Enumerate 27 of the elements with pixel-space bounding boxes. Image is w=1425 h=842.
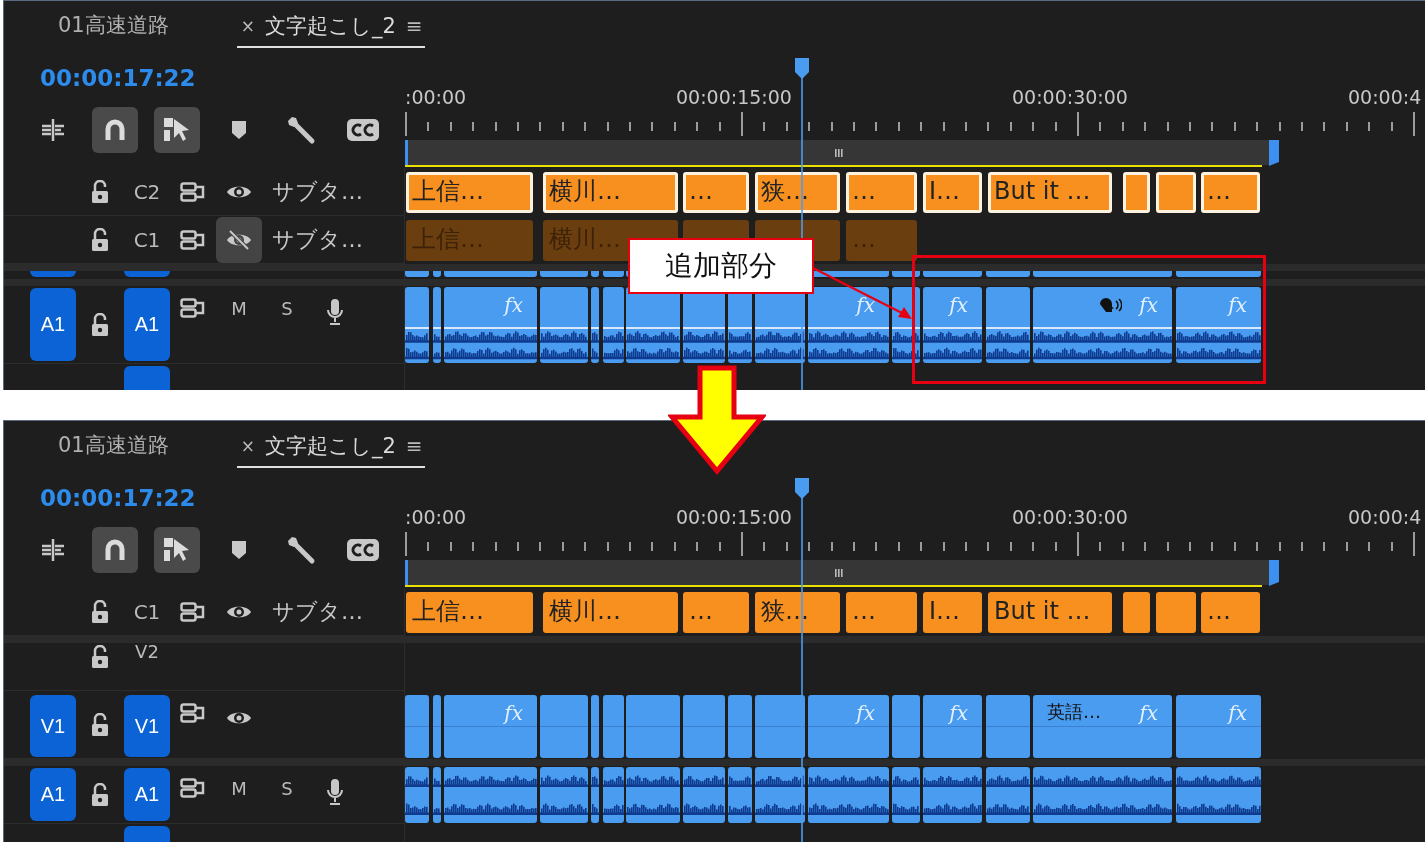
- fx-label: fx: [949, 293, 968, 317]
- ruler-time-label: 00:00:15:00: [676, 86, 792, 108]
- track-title: サブタ…: [271, 597, 363, 626]
- callout-tooltip: 追加部分: [628, 238, 814, 294]
- fx-label: fx: [1139, 293, 1158, 317]
- fx-label: fx: [504, 293, 523, 317]
- track-name: V2: [135, 643, 159, 661]
- track-name: C1: [133, 227, 161, 252]
- fx-label: fx: [1139, 701, 1158, 725]
- clip-name: 英語…: [1047, 700, 1101, 724]
- fx-label: fx: [1228, 701, 1247, 725]
- track-title: サブタ…: [271, 225, 363, 254]
- ruler-time-label: 00:00:15:00: [676, 506, 792, 528]
- fx-label: fx: [1228, 293, 1247, 317]
- ruler-time-label: 00:00:4: [1348, 86, 1422, 108]
- fx-label: fx: [856, 701, 875, 725]
- ruler-time-label: 00:00:30:00: [1012, 86, 1128, 108]
- fx-label: fx: [504, 701, 523, 725]
- ruler-time-label: :00:00: [405, 86, 467, 108]
- ruler-time-label: :00:00: [405, 506, 467, 528]
- ruler-time-label: 00:00:4: [1348, 506, 1422, 528]
- track-name: C2: [133, 179, 161, 204]
- fx-label: fx: [949, 701, 968, 725]
- track-title: サブタ…: [271, 177, 363, 206]
- fx-label: fx: [856, 293, 875, 317]
- ruler-time-label: 00:00:30:00: [1012, 506, 1128, 528]
- track-name: C1: [133, 599, 161, 624]
